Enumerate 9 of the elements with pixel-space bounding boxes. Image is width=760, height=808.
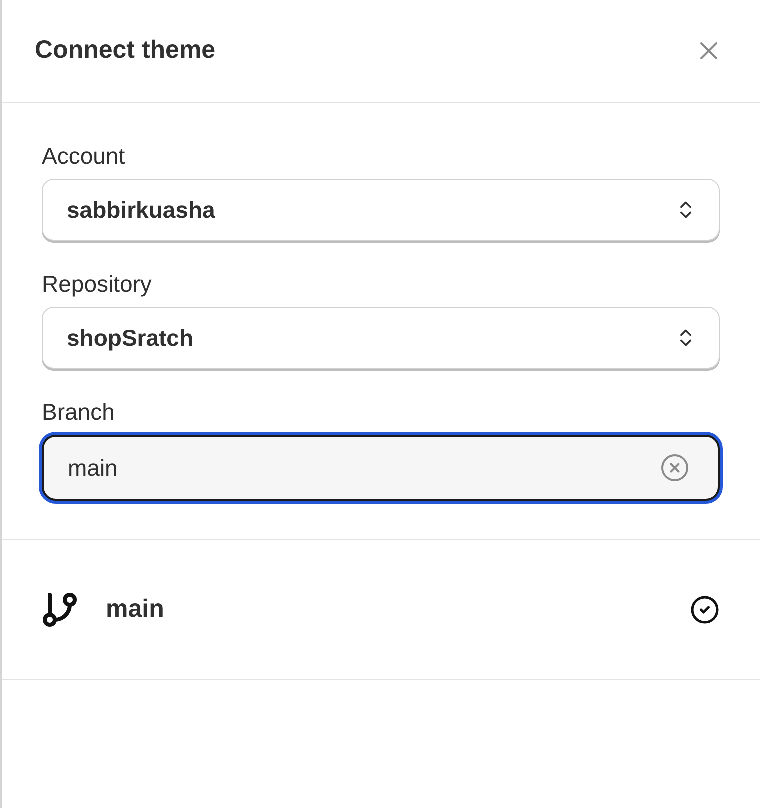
branch-item[interactable]: main xyxy=(2,540,760,680)
field-label: Branch xyxy=(42,398,116,427)
select-field[interactable]: shopSratch xyxy=(42,307,720,369)
select-field[interactable]: sabbirkuasha xyxy=(42,179,720,241)
clear-icon[interactable] xyxy=(660,453,690,483)
search-field[interactable]: main xyxy=(42,435,720,501)
dialog-title: Connect theme xyxy=(35,35,216,66)
field-label: Account xyxy=(42,142,126,171)
field-label: Repository xyxy=(42,270,153,299)
